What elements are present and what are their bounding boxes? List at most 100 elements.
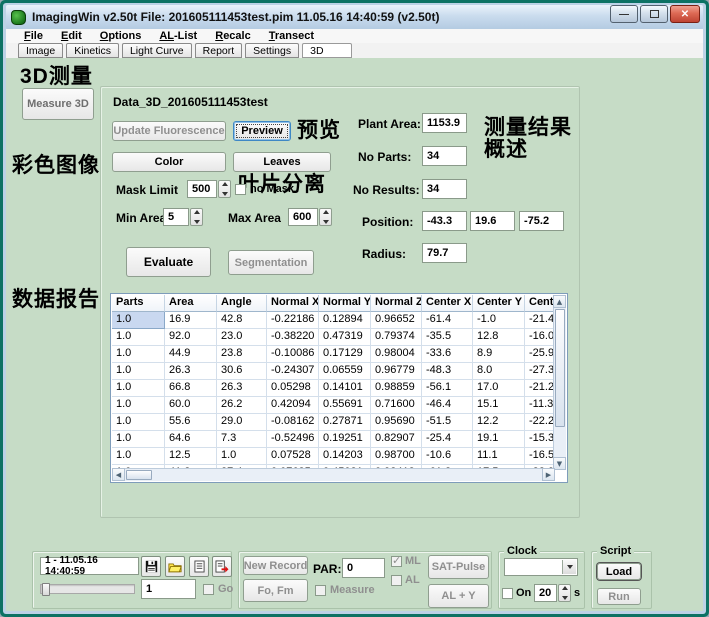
table-cell[interactable]: -61.4 [422,312,473,329]
table-cell[interactable]: 0.98700 [371,448,422,465]
table-cell[interactable]: -1.0 [473,312,525,329]
open-button[interactable] [165,556,185,577]
table-row[interactable]: 1.016.942.8-0.221860.128940.96652-61.4-1… [112,312,555,329]
table-cell[interactable]: 0.19251 [319,431,371,448]
table-cell[interactable]: -15.3 [525,431,555,448]
table-cell[interactable]: 16.9 [165,312,217,329]
scroll-right-icon[interactable]: ▶ [542,468,555,481]
table-cell[interactable]: 26.3 [165,363,217,380]
table-cell[interactable]: -0.24307 [267,363,319,380]
tab-3d[interactable]: 3D [302,43,352,58]
measure-3d-button[interactable]: Measure 3D [22,88,94,120]
table-cell[interactable]: -0.22186 [267,312,319,329]
table-column-header[interactable]: Angle [217,295,267,312]
table-cell[interactable]: -51.5 [422,414,473,431]
table-cell[interactable]: -11.3 [525,397,555,414]
menu-transect[interactable]: Transect [261,30,322,42]
table-cell[interactable]: 8.9 [473,346,525,363]
table-column-header[interactable]: Normal X [267,295,319,312]
al-y-button[interactable]: AL + Y [428,584,489,608]
tab-report[interactable]: Report [195,43,243,58]
table-cell[interactable]: 44.9 [165,346,217,363]
table-cell[interactable]: 42.8 [217,312,267,329]
table-cell[interactable]: 0.14203 [319,448,371,465]
preview-button[interactable]: Preview [233,121,291,141]
table-cell[interactable]: 1.0 [112,346,165,363]
table-column-header[interactable]: Area [165,295,217,312]
table-column-header[interactable]: Center Y [473,295,525,312]
table-cell[interactable]: 0.05298 [267,380,319,397]
table-cell[interactable]: 0.95690 [371,414,422,431]
tab-kinetics[interactable]: Kinetics [66,43,119,58]
menu-file[interactable]: File [16,30,51,42]
table-row[interactable]: 1.092.023.0-0.382200.473190.79374-35.512… [112,329,555,346]
tab-image[interactable]: Image [18,43,63,58]
table-cell[interactable]: 0.27871 [319,414,371,431]
table-cell[interactable]: 23.0 [217,329,267,346]
menu-options[interactable]: Options [92,30,150,42]
table-cell[interactable]: 1.0 [112,329,165,346]
table-cell[interactable]: -22.2 [525,414,555,431]
no-mask-checkbox[interactable] [235,184,246,195]
table-cell[interactable]: 0.42094 [267,397,319,414]
min-area-input[interactable]: 5 [163,208,189,226]
minimize-button[interactable]: — [610,5,638,23]
table-cell[interactable]: 0.79374 [371,329,422,346]
max-area-input[interactable]: 600 [288,208,318,226]
table-cell[interactable]: 1.0 [112,448,165,465]
leaves-button[interactable]: Leaves [233,152,331,172]
al-checkbox[interactable] [391,575,402,586]
table-cell[interactable]: 0.82907 [371,431,422,448]
clock-on-checkbox[interactable] [502,588,513,599]
tab-settings[interactable]: Settings [245,43,299,58]
menu-recalc[interactable]: Recalc [207,30,258,42]
table-row[interactable]: 1.012.51.00.075280.142030.98700-10.611.1… [112,448,555,465]
table-column-header[interactable]: Normal Z [371,295,422,312]
table-cell[interactable]: 1.0 [112,397,165,414]
table-cell[interactable]: 0.07528 [267,448,319,465]
clock-interval-input[interactable]: 20 [534,584,557,602]
table-cell[interactable]: -0.10086 [267,346,319,363]
table-cell[interactable]: -33.6 [422,346,473,363]
fo-fm-button[interactable]: Fo, Fm [243,579,308,602]
max-area-stepper[interactable] [319,208,332,226]
table-cell[interactable]: 0.96652 [371,312,422,329]
close-button[interactable]: ✕ [670,5,700,23]
table-row[interactable]: 1.026.330.6-0.243070.065590.96779-48.38.… [112,363,555,380]
table-column-header[interactable]: Parts [112,295,165,312]
table-cell[interactable]: 26.2 [217,397,267,414]
table-cell[interactable]: -35.5 [422,329,473,346]
table-cell[interactable]: 1.0 [217,448,267,465]
table-row[interactable]: 1.044.923.8-0.100860.171290.98004-33.68.… [112,346,555,363]
menu-al-list[interactable]: AL-List [151,30,205,42]
table-row[interactable]: 1.055.629.0-0.081620.278710.95690-51.512… [112,414,555,431]
maximize-button[interactable] [640,5,668,23]
table-cell[interactable]: 19.1 [473,431,525,448]
vertical-scroll-thumb[interactable] [555,309,565,427]
tab-light-curve[interactable]: Light Curve [122,43,192,58]
dropdown-button[interactable] [562,560,576,574]
table-cell[interactable]: -48.3 [422,363,473,380]
table-cell[interactable]: 1.0 [112,380,165,397]
table-cell[interactable]: 12.2 [473,414,525,431]
table-cell[interactable]: -0.38220 [267,329,319,346]
record-slider[interactable] [40,584,135,594]
table-cell[interactable]: -46.4 [422,397,473,414]
table-row[interactable]: 1.066.826.30.052980.141010.98859-56.117.… [112,380,555,397]
table-cell[interactable]: 0.98859 [371,380,422,397]
table-cell[interactable]: 0.47319 [319,329,371,346]
table-cell[interactable]: -0.08162 [267,414,319,431]
table-cell[interactable]: 15.1 [473,397,525,414]
sat-pulse-button[interactable]: SAT-Pulse [428,555,489,579]
save-button[interactable] [141,556,161,577]
table-cell[interactable]: -0.52496 [267,431,319,448]
table-cell[interactable]: 8.0 [473,363,525,380]
export-button[interactable] [212,556,232,577]
measure-checkbox[interactable] [315,585,326,596]
table-row[interactable]: 1.064.67.3-0.524960.192510.82907-25.419.… [112,431,555,448]
table-cell[interactable]: 0.98004 [371,346,422,363]
record-index-input[interactable]: 1 [141,579,196,599]
table-cell[interactable]: 0.06559 [319,363,371,380]
table-cell[interactable]: -16.5 [525,448,555,465]
menu-edit[interactable]: Edit [53,30,90,42]
